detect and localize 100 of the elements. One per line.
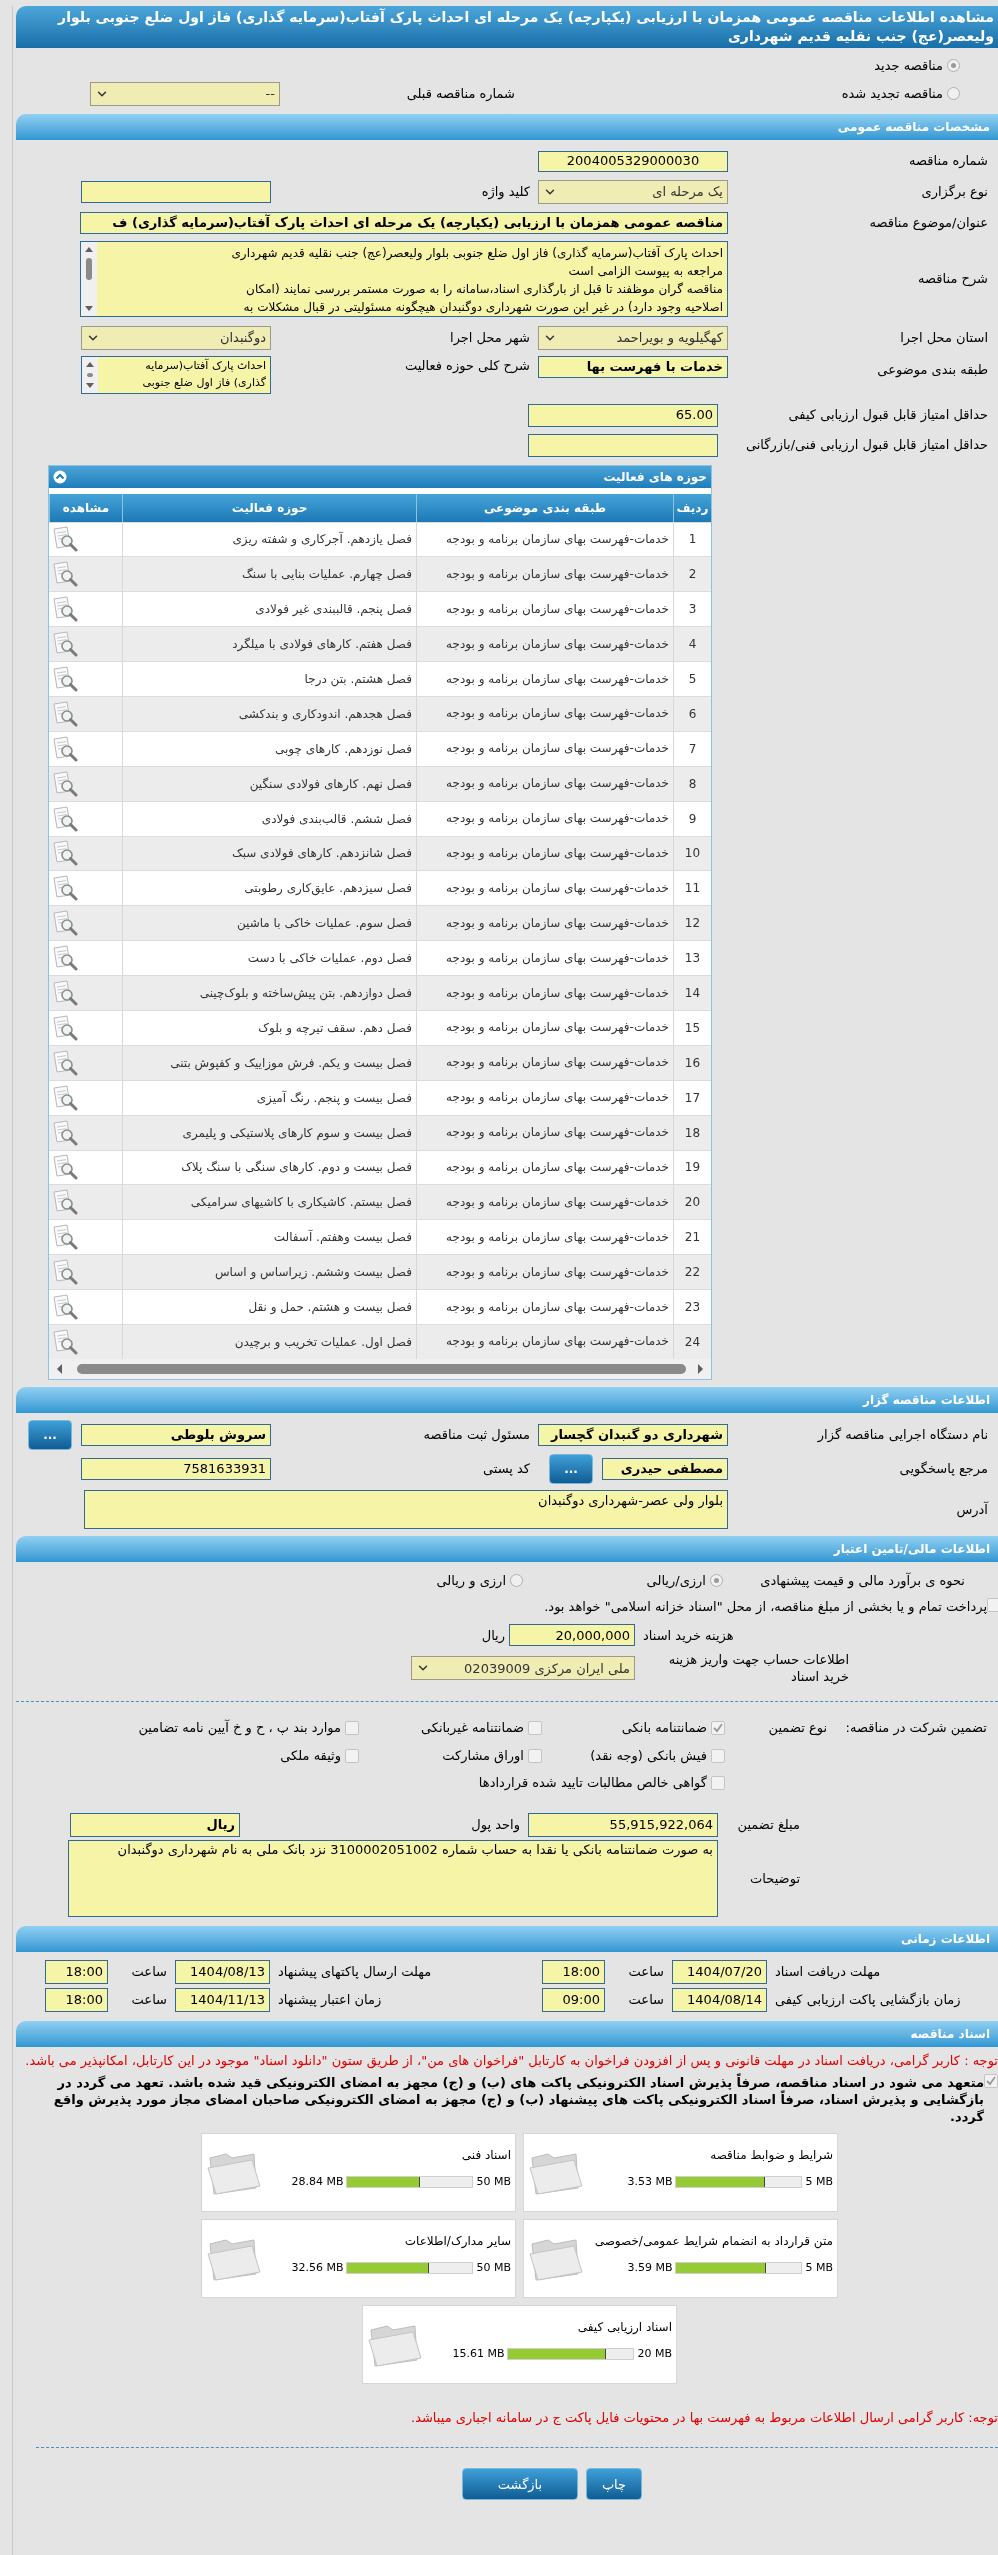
column-header: ردیف	[673, 493, 711, 522]
text-field[interactable]: 18:00	[542, 1959, 605, 1984]
document-search-icon[interactable]	[51, 945, 79, 972]
checkbox[interactable]	[987, 1598, 998, 1613]
checkbox[interactable]	[711, 1721, 725, 1736]
document-search-icon[interactable]	[51, 666, 79, 692]
document-search-icon[interactable]	[51, 1014, 79, 1041]
text-field[interactable]: ریال	[70, 1812, 240, 1837]
text-field[interactable]: 1404/11/13	[175, 1987, 270, 2012]
address-textarea[interactable]: بلوار ولی عصر-شهرداری دوگنبدان	[84, 1489, 728, 1529]
document-search-icon[interactable]	[51, 1154, 79, 1181]
document-search-icon[interactable]	[51, 805, 79, 832]
text-field[interactable]: شهرداری دو گنبدان گچسار	[538, 1423, 728, 1446]
radio-button[interactable]	[710, 1574, 723, 1588]
document-search-icon[interactable]	[51, 1224, 79, 1251]
document-search-icon[interactable]	[51, 1259, 79, 1286]
table-cell: فصل دهم. سقف تیرچه و بلوک	[122, 1010, 416, 1045]
dropdown[interactable]: --	[90, 81, 280, 106]
document-search-icon[interactable]	[51, 1049, 79, 1076]
text-field[interactable]: 7581633931	[81, 1457, 271, 1480]
document-search-icon[interactable]	[51, 700, 79, 727]
field-label: زمان بازگشایی پاکت ارزیابی کیفی	[774, 1991, 962, 2010]
document-search-icon[interactable]	[51, 980, 79, 1006]
document-search-icon[interactable]	[51, 910, 79, 937]
text-field[interactable]: 1404/07/20	[672, 1959, 767, 1984]
size-used: 32.56 MB	[291, 2259, 344, 2276]
table-cell: 17	[673, 1080, 711, 1115]
table-cell: فصل بیست و هشتم. حمل و نقل	[122, 1290, 416, 1324]
text-field[interactable]: 18:00	[45, 1987, 108, 2012]
checkbox[interactable]	[984, 2073, 998, 2088]
text-field[interactable]	[528, 433, 718, 457]
text-field[interactable]: سروش بلوطی	[81, 1423, 271, 1446]
size-limit: 50 MB	[476, 2173, 511, 2190]
radio-button[interactable]	[947, 87, 960, 100]
table-cell: 8	[673, 766, 711, 801]
text-field[interactable]: 55,915,922,064	[528, 1812, 718, 1837]
section-header: اسناد مناقصه	[16, 2020, 998, 2047]
table-cell: فصل دوازدهم. بتن پیش‌ساخته و بلوک‌چینی	[122, 976, 416, 1010]
field-label: شرح مناقصه	[917, 269, 989, 288]
description-textarea[interactable]	[80, 240, 728, 317]
text-field[interactable]: خدمات با فهرست بها	[538, 355, 728, 378]
dropdown[interactable]: ملی ایران مرکزی 02039009	[411, 1656, 635, 1681]
notes-textarea[interactable]: به صورت ضمانتنامه بانکی یا نقدا به حساب شماره 3100002051002 نزد بانک ملی به نام شهرداری دوگنبدان	[68, 1839, 718, 1917]
document-search-icon[interactable]	[51, 1294, 79, 1321]
document-search-icon[interactable]	[51, 1119, 79, 1146]
document-search-icon[interactable]	[51, 561, 79, 588]
notice-text: توجه : کاربر گرامی، دریافت اسناد در مهلت قانونی و پس از افزودن فراخوان به کارتابل "فراخوان های من"، از طریق ستون "دانلود اسناد" موجود در این کارتابل، امکانپذیر می باشد.	[24, 2051, 998, 2069]
field-label: شرح کلی حوزه فعالیت	[403, 356, 531, 375]
document-search-icon[interactable]	[51, 596, 79, 623]
checkbox[interactable]	[528, 1721, 542, 1736]
checkbox[interactable]	[345, 1721, 359, 1736]
document-search-icon[interactable]	[51, 1084, 79, 1111]
document-search-icon[interactable]	[51, 840, 79, 867]
table-cell: 6	[673, 696, 711, 731]
field-label: شماره مناقصه قبلی	[405, 84, 516, 103]
document-search-icon[interactable]	[51, 735, 79, 762]
dropdown[interactable]: دوگنبدان	[81, 325, 271, 350]
radio-button[interactable]	[510, 1574, 523, 1588]
document-search-icon[interactable]	[51, 1189, 79, 1216]
document-search-icon[interactable]	[51, 770, 79, 797]
checkbox[interactable]	[711, 1748, 725, 1763]
notice-text: توجه: کاربر گرامی ارسال اطلاعات مربوط به فهرست بها در محتویات فایل پاکت ج در سامانه اجباری میباشد.	[410, 2408, 998, 2428]
document-search-icon[interactable]	[51, 1328, 79, 1355]
text-field[interactable]	[81, 180, 271, 203]
print-button[interactable]: چاپ	[586, 2468, 642, 2501]
radio-button[interactable]	[947, 59, 960, 73]
document-title: اسناد ارزیابی کیفی	[576, 2318, 672, 2336]
activity-textarea[interactable]: احداث پارک آفتاب(سرمایه گذاری) فاز اول ضلع جنوبی	[81, 355, 271, 394]
document-search-icon[interactable]	[51, 875, 79, 902]
dropdown[interactable]: کهگیلویه و بویراحمد	[538, 325, 728, 350]
document-search-icon[interactable]	[51, 631, 79, 658]
size-limit: 5 MB	[805, 2173, 833, 2190]
text-field[interactable]: 09:00	[542, 1987, 605, 2012]
document-title: سایر مدارک/اطلاعات	[403, 2232, 511, 2250]
text-field[interactable]: 1404/08/13	[175, 1959, 270, 1984]
checkbox[interactable]	[528, 1748, 542, 1763]
table-cell: فصل هجدهم. اندودکاری و بندکشی	[122, 696, 416, 731]
text-field[interactable]: 1404/08/14	[672, 1987, 767, 2012]
currency-label: ریال	[480, 1626, 506, 1646]
text-field[interactable]: مناقصه عمومی همزمان با ارزیابی (یکپارچه) یک مرحله ای احداث پارک آفتاب(سرمایه گذاری) ف	[80, 211, 728, 234]
table-cell: 18	[673, 1115, 711, 1150]
collapse-icon[interactable]	[53, 469, 67, 484]
field-label: شهر محل اجرا	[449, 328, 531, 348]
lookup-button[interactable]: ...	[28, 1419, 72, 1450]
text-field[interactable]: 2004005329000030	[538, 150, 728, 172]
back-button[interactable]: بازگشت	[462, 2468, 578, 2501]
field-label: ساعت	[130, 1963, 168, 1982]
field-label: مهلت ارسال پاکتهای پیشنهاد	[277, 1963, 433, 1982]
lookup-button[interactable]: ...	[549, 1453, 593, 1484]
checkbox[interactable]	[711, 1776, 725, 1791]
text-field[interactable]: 18:00	[45, 1959, 108, 1984]
field-label: هزینه خرید اسناد	[642, 1626, 735, 1646]
dropdown[interactable]: یک مرحله ای	[538, 179, 728, 204]
text-field[interactable]: 65.00	[528, 403, 718, 427]
description-line: مراجعه به پیوست الزامی است	[567, 262, 723, 280]
document-search-icon[interactable]	[51, 526, 79, 553]
description-line: احداث پارک آفتاب(سرمایه گذاری) فاز اول ضلع جنوبی بلوار ولیعصر(عج) جنب نقلیه قدیم شهرداری	[230, 244, 723, 262]
text-field[interactable]: 20,000,000	[509, 1624, 635, 1647]
text-field[interactable]: مصطفی حیدری	[602, 1457, 728, 1480]
checkbox[interactable]	[345, 1748, 359, 1763]
